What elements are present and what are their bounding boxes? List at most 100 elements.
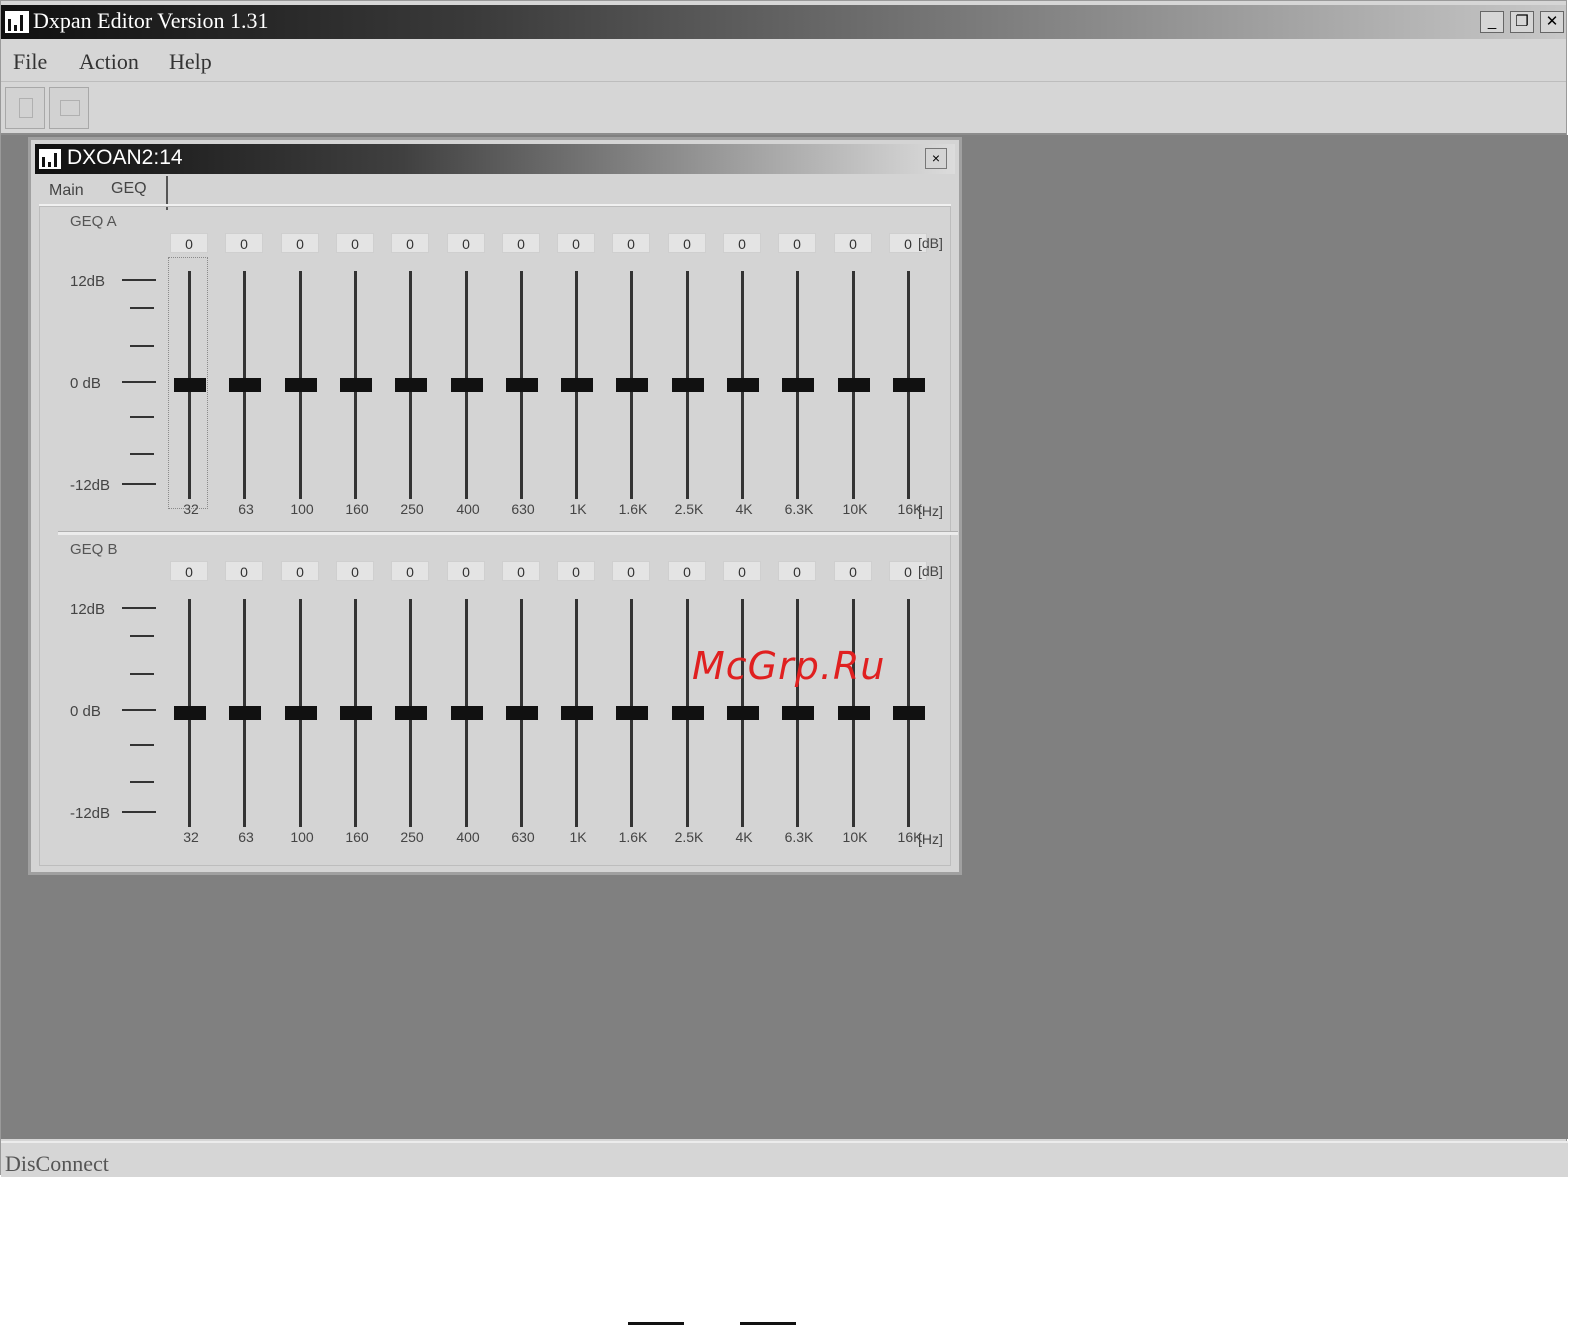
band-frequency-label: 630 xyxy=(511,829,535,845)
band-frequency-label: 630 xyxy=(511,501,535,517)
slider-thumb[interactable] xyxy=(893,378,925,392)
band-slider-4K: 0 4K xyxy=(719,541,769,845)
band-value-box[interactable]: 0 xyxy=(557,561,595,581)
band-value-box[interactable]: 0 xyxy=(778,233,816,253)
menu-file[interactable]: File xyxy=(13,49,47,75)
band-frequency-label: 63 xyxy=(238,829,254,845)
band-slider-4K: 0 4K xyxy=(719,213,769,517)
band-slider-63: 0 63 xyxy=(221,213,271,517)
geq-panel: GEQ A 12dB 0 dB -12dB 0 32 0 63 0 100 0 160 0 250 0 400… xyxy=(39,206,958,866)
slider-thumb[interactable] xyxy=(838,378,870,392)
band-value-box[interactable]: 0 xyxy=(336,561,374,581)
db-scale-tick xyxy=(130,635,154,637)
slider-thumb[interactable] xyxy=(506,706,538,720)
band-frequency-label: 6.3K xyxy=(784,829,814,845)
db-scale-label: -12dB xyxy=(70,805,111,822)
band-value-box[interactable]: 0 xyxy=(336,233,374,253)
band-value-box[interactable]: 0 xyxy=(281,233,319,253)
slider-thumb[interactable] xyxy=(727,378,759,392)
slider-thumb[interactable] xyxy=(893,706,925,720)
slider-thumb[interactable] xyxy=(561,378,593,392)
band-value-box[interactable]: 0 xyxy=(225,233,263,253)
connect-icon xyxy=(60,100,80,116)
slider-thumb[interactable] xyxy=(395,378,427,392)
unit-db-label: [dB] xyxy=(918,563,943,579)
menu-bar: File Action Help xyxy=(1,39,1566,82)
slider-thumb[interactable] xyxy=(672,706,704,720)
band-frequency-label: 2.5K xyxy=(674,501,704,517)
slider-thumb[interactable] xyxy=(229,706,261,720)
restore-button[interactable]: ❐ xyxy=(1510,11,1534,33)
slider-thumb[interactable] xyxy=(340,706,372,720)
band-value-box[interactable]: 0 xyxy=(447,233,485,253)
band-value-box[interactable]: 0 xyxy=(834,233,872,253)
band-value-box[interactable]: 0 xyxy=(281,561,319,581)
slider-thumb[interactable] xyxy=(616,706,648,720)
band-frequency-label: 10K xyxy=(842,829,868,845)
slider-thumb[interactable] xyxy=(561,706,593,720)
band-value-box[interactable]: 0 xyxy=(502,561,540,581)
menu-help[interactable]: Help xyxy=(169,49,212,75)
band-value-box[interactable]: 0 xyxy=(778,561,816,581)
band-slider-250: 0 250 xyxy=(387,213,437,517)
device-title-bar[interactable]: DXOAN2:14 × xyxy=(35,144,955,174)
band-value-box[interactable]: 0 xyxy=(668,233,706,253)
band-slider-100: 0 100 xyxy=(277,541,327,845)
band-value-box[interactable]: 0 xyxy=(723,233,761,253)
slider-thumb[interactable] xyxy=(672,378,704,392)
slider-thumb[interactable] xyxy=(727,706,759,720)
slider-thumb[interactable] xyxy=(782,706,814,720)
close-button[interactable]: ✕ xyxy=(1540,11,1564,33)
band-value-box[interactable]: 0 xyxy=(170,561,208,581)
slider-thumb[interactable] xyxy=(451,706,483,720)
band-value-box[interactable]: 0 xyxy=(391,233,429,253)
slider-thumb[interactable] xyxy=(395,706,427,720)
band-value-box[interactable]: 0 xyxy=(447,561,485,581)
toolbar-new-button[interactable] xyxy=(5,87,45,129)
db-scale-tick xyxy=(130,744,154,746)
minimize-button[interactable]: _ xyxy=(1480,11,1504,33)
band-slider-100: 0 100 xyxy=(277,213,327,517)
geq-a-section: GEQ A 12dB 0 dB -12dB 0 32 0 63 0 100 0 160 0 250 0 400… xyxy=(50,213,958,535)
slider-thumb[interactable] xyxy=(506,378,538,392)
band-slider-10K: 0 10K xyxy=(830,213,880,517)
slider-thumb[interactable] xyxy=(285,378,317,392)
band-value-box[interactable]: 0 xyxy=(668,561,706,581)
band-value-box[interactable]: 0 xyxy=(557,233,595,253)
band-value-box[interactable]: 0 xyxy=(170,233,208,253)
tab-geq[interactable]: GEQ xyxy=(111,180,147,198)
band-frequency-label: 32 xyxy=(183,829,199,845)
slider-thumb[interactable] xyxy=(838,706,870,720)
db-scale-tick xyxy=(122,811,156,813)
band-slider-1.6K: 0 1.6K xyxy=(608,541,658,845)
slider-thumb[interactable] xyxy=(451,378,483,392)
watermark: McGrp.Ru xyxy=(692,644,886,688)
menu-action[interactable]: Action xyxy=(79,49,139,75)
band-frequency-label: 400 xyxy=(456,829,480,845)
page-underline-right xyxy=(740,1322,796,1325)
band-value-box[interactable]: 0 xyxy=(612,561,650,581)
band-value-box[interactable]: 0 xyxy=(225,561,263,581)
band-frequency-label: 100 xyxy=(290,829,314,845)
band-value-box[interactable]: 0 xyxy=(502,233,540,253)
slider-thumb[interactable] xyxy=(174,706,206,720)
device-close-button[interactable]: × xyxy=(925,148,947,169)
band-value-box[interactable]: 0 xyxy=(612,233,650,253)
slider-thumb[interactable] xyxy=(229,378,261,392)
band-value-box[interactable]: 0 xyxy=(723,561,761,581)
band-frequency-label: 10K xyxy=(842,501,868,517)
band-value-box[interactable]: 0 xyxy=(834,561,872,581)
toolbar xyxy=(1,83,1566,135)
unit-hz-label: [Hz] xyxy=(918,831,943,847)
app-title-bar[interactable]: Dxpan Editor Version 1.31 _ ❐ ✕ xyxy=(1,5,1566,39)
toolbar-connect-button[interactable] xyxy=(49,87,89,129)
slider-thumb[interactable] xyxy=(782,378,814,392)
slider-thumb[interactable] xyxy=(285,706,317,720)
connection-status: DisConnect xyxy=(5,1151,109,1176)
tab-main[interactable]: Main xyxy=(49,182,84,200)
device-icon xyxy=(39,149,61,169)
band-value-box[interactable]: 0 xyxy=(391,561,429,581)
band-slider-6.3K: 0 6.3K xyxy=(774,213,824,517)
slider-thumb[interactable] xyxy=(340,378,372,392)
slider-thumb[interactable] xyxy=(616,378,648,392)
